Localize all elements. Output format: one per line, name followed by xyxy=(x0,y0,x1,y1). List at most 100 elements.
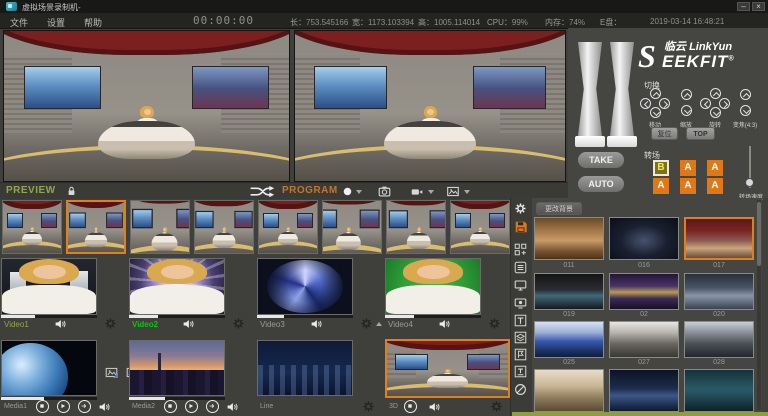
video3-thumb[interactable] xyxy=(257,258,353,315)
scene-thumb[interactable] xyxy=(684,321,754,358)
camera-preset-thumb[interactable] xyxy=(194,200,254,254)
marker-icon[interactable] xyxy=(514,348,527,361)
scene-thumb[interactable] xyxy=(534,273,604,310)
speaker-icon[interactable] xyxy=(226,401,239,413)
media2-label[interactable]: Media2 xyxy=(132,403,155,410)
menu-file[interactable]: 文件 xyxy=(10,16,28,29)
line-label[interactable]: Line xyxy=(260,403,273,410)
speaker-icon[interactable] xyxy=(310,318,323,330)
scene-thumb[interactable] xyxy=(609,217,679,260)
speaker-icon[interactable] xyxy=(182,318,195,330)
camera-preset-thumb[interactable] xyxy=(450,200,510,254)
arrow-down-button[interactable] xyxy=(681,105,692,116)
transition-tile-a[interactable]: A xyxy=(680,160,696,176)
media1-label[interactable]: Media1 xyxy=(4,403,27,410)
playlist-icon[interactable] xyxy=(514,261,527,274)
menu-help[interactable]: 帮助 xyxy=(84,16,102,29)
stop-button[interactable] xyxy=(404,400,417,413)
transition-tile-b[interactable]: B xyxy=(653,160,669,176)
swap-icon[interactable] xyxy=(248,185,276,198)
tbar-left-handle[interactable] xyxy=(575,136,605,147)
disabled-icon[interactable] xyxy=(514,383,527,396)
stop-button[interactable] xyxy=(36,400,49,413)
transition-tile-a[interactable]: A xyxy=(680,178,696,194)
speaker-icon[interactable] xyxy=(54,318,67,330)
take-button[interactable]: TAKE xyxy=(578,152,624,168)
video4-thumb[interactable] xyxy=(385,258,481,315)
snapshot-icon[interactable] xyxy=(378,185,391,198)
tbar-right-handle[interactable] xyxy=(607,136,637,147)
record-dropdown-icon[interactable] xyxy=(356,190,362,194)
text-icon[interactable] xyxy=(514,314,527,327)
scene-thumb[interactable] xyxy=(609,273,679,310)
video2-thumb[interactable] xyxy=(129,258,225,315)
capture-icon[interactable] xyxy=(410,186,424,198)
scene-thumb[interactable] xyxy=(609,321,679,358)
minimize-button[interactable]: – xyxy=(737,2,750,11)
gear-dropdown-icon[interactable] xyxy=(376,322,382,326)
camera-preset-thumb[interactable] xyxy=(2,200,62,254)
tbar-left[interactable] xyxy=(578,42,602,136)
subtitle-icon[interactable] xyxy=(514,365,527,378)
transition-tile-a[interactable]: A xyxy=(707,178,723,194)
play-button[interactable] xyxy=(185,400,198,413)
monitor-icon[interactable] xyxy=(514,279,527,292)
layers-icon[interactable] xyxy=(514,331,527,344)
camera-preset-thumb[interactable] xyxy=(386,200,446,254)
gear-icon[interactable] xyxy=(232,317,245,330)
transition-tile-a[interactable]: A xyxy=(707,160,723,176)
scene-grid-icon[interactable] xyxy=(514,243,527,256)
video2-label[interactable]: Video2 xyxy=(132,320,158,329)
change-background-button[interactable]: 更改背景 xyxy=(536,202,582,215)
gear-icon[interactable] xyxy=(360,317,373,330)
arrow-up-button[interactable] xyxy=(681,89,692,100)
arrow-left-button[interactable] xyxy=(700,98,711,109)
gear-icon[interactable] xyxy=(104,317,117,330)
scene-thumb[interactable] xyxy=(684,369,754,412)
scene3d-label[interactable]: 3D xyxy=(389,403,398,410)
scene-thumb[interactable] xyxy=(609,369,679,412)
line-thumb[interactable] xyxy=(257,340,353,396)
scene-thumb[interactable] xyxy=(534,321,604,358)
speaker-icon[interactable] xyxy=(438,318,451,330)
menu-settings[interactable]: 设置 xyxy=(47,16,65,29)
arrow-right-button[interactable] xyxy=(719,98,730,109)
picture-icon[interactable] xyxy=(446,185,460,198)
arrow-up-button[interactable] xyxy=(650,88,661,99)
save-icon[interactable] xyxy=(514,220,528,234)
gear-icon[interactable] xyxy=(362,400,375,413)
picture-dropdown-icon[interactable] xyxy=(464,190,470,194)
top-button[interactable]: TOP xyxy=(686,127,715,140)
scene-thumb[interactable] xyxy=(534,217,604,260)
gear-icon[interactable] xyxy=(488,317,501,330)
arrow-down-button[interactable] xyxy=(650,107,661,118)
next-button[interactable] xyxy=(78,400,91,413)
tbar-right[interactable] xyxy=(610,42,634,136)
media2-thumb[interactable] xyxy=(129,340,225,396)
camera-preset-thumb[interactable] xyxy=(322,200,382,254)
media1-thumb[interactable] xyxy=(1,340,97,396)
camera-preset-thumb[interactable] xyxy=(258,200,318,254)
stop-button[interactable] xyxy=(164,400,177,413)
next-button[interactable] xyxy=(206,400,219,413)
settings-gear-icon[interactable] xyxy=(514,202,527,215)
camera-preset-thumb[interactable] xyxy=(130,200,190,254)
transition-speed-knob[interactable] xyxy=(745,178,754,187)
arrow-down-button[interactable] xyxy=(710,107,721,118)
scene-thumb-selected[interactable] xyxy=(684,217,754,260)
play-button[interactable] xyxy=(57,400,70,413)
scene-thumb[interactable] xyxy=(534,369,604,412)
scene3d-thumb-selected[interactable] xyxy=(385,339,510,398)
transition-a-icon[interactable] xyxy=(104,366,119,379)
auto-button[interactable]: AUTO xyxy=(578,176,624,192)
lock-icon[interactable] xyxy=(66,185,77,197)
camera-preset-thumb-selected[interactable] xyxy=(66,200,126,254)
capture-dropdown-icon[interactable] xyxy=(428,190,434,194)
arrow-down-button[interactable] xyxy=(740,105,751,116)
scene-thumb[interactable] xyxy=(684,273,754,310)
video1-label[interactable]: Video1 xyxy=(4,320,29,329)
arrow-up-button[interactable] xyxy=(740,89,751,100)
monitor-light-icon[interactable] xyxy=(514,297,527,310)
arrow-left-button[interactable] xyxy=(640,98,651,109)
video1-thumb[interactable] xyxy=(1,258,97,315)
